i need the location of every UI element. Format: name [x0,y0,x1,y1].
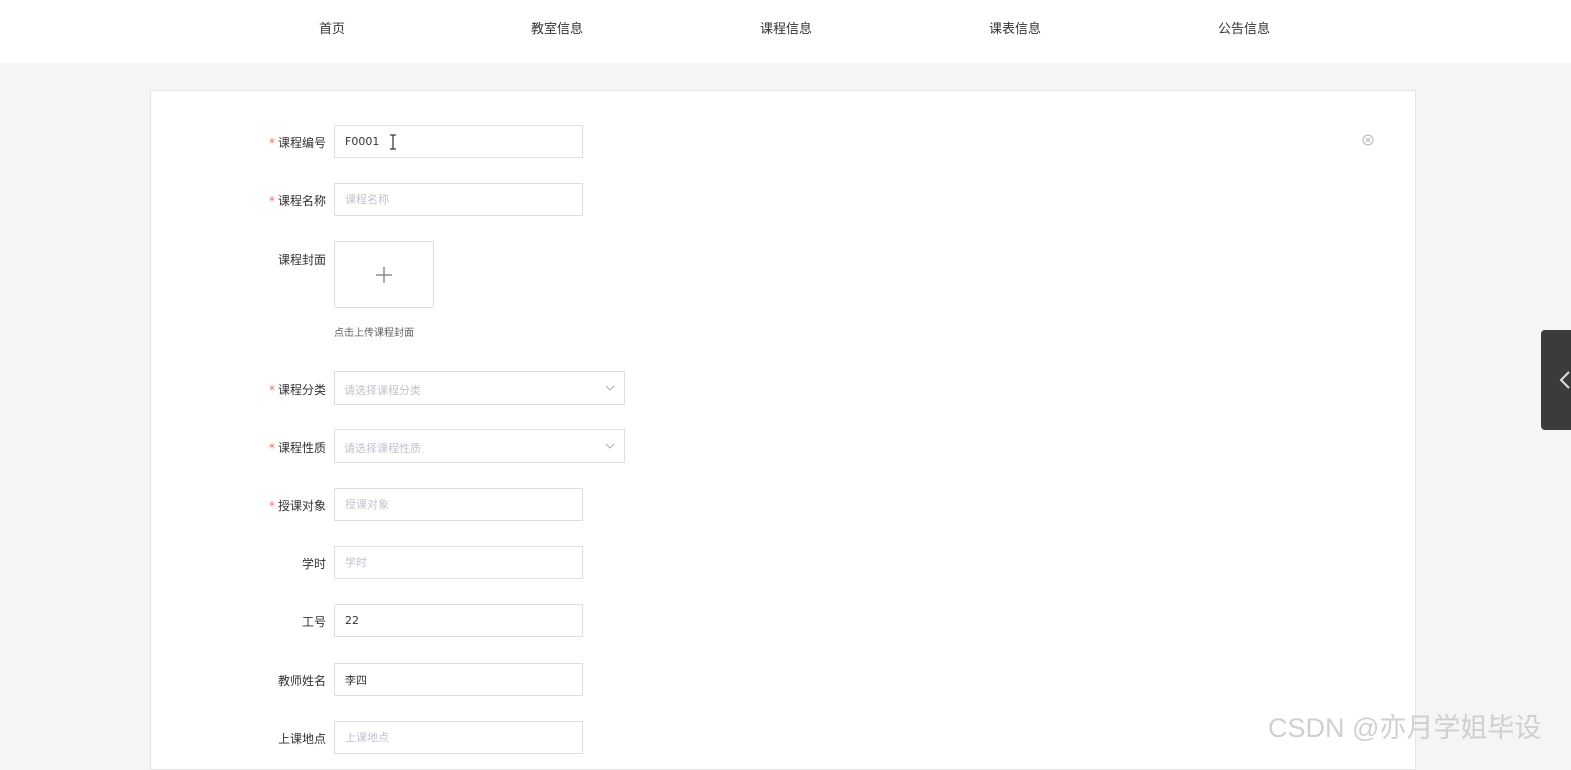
hours-input[interactable] [334,546,583,579]
staff-id-label-wrap: 工号 [150,604,326,637]
course-category-label-text: 课程分类 [277,383,326,397]
required-mark: * [268,194,275,208]
course-nature-label-text: 课程性质 [277,441,326,455]
required-mark: * [268,499,275,513]
watermark: CSDN @亦月学姐毕设 [1268,713,1542,743]
course-nature-label: * 课程性质 [269,439,326,456]
course-category-label: * 课程分类 [269,381,326,398]
course-nature-label-wrap: * 课程性质 [150,429,326,462]
close-circle-icon[interactable] [1362,134,1374,146]
course-nature-select[interactable]: 请选择课程性质 [334,429,625,463]
location-label: 上课地点 [277,732,326,746]
top-navigation: 首页 教室信息 课程信息 课表信息 公告信息 [0,0,1571,63]
staff-id-input[interactable] [334,604,583,637]
chevron-down-icon [605,443,615,449]
required-mark: * [268,136,275,150]
course-name-input[interactable] [334,183,583,216]
required-mark: * [268,441,275,455]
audience-input[interactable] [334,488,583,521]
course-name-label-text: 课程名称 [277,194,326,208]
staff-id-label: 工号 [301,615,326,629]
upload-hint: 点击上传课程封面 [334,328,414,339]
nav-item-classrooms[interactable]: 教室信息 [531,18,583,37]
course-category-label-wrap: * 课程分类 [150,371,326,404]
nav-item-announcements[interactable]: 公告信息 [1218,18,1270,37]
teacher-name-input[interactable] [334,663,583,696]
text-cursor-icon [390,134,396,150]
course-cover-label: 课程封面 [277,253,326,267]
teacher-name-label-wrap: 教师姓名 [150,663,326,696]
required-mark: * [268,383,275,397]
teacher-name-label: 教师姓名 [277,674,326,688]
cover-upload-button[interactable] [334,241,434,308]
chevron-left-icon [1559,371,1570,389]
course-category-placeholder: 请选择课程分类 [344,384,421,397]
course-code-input[interactable] [334,125,583,158]
course-name-label-wrap: * 课程名称 [150,183,326,216]
course-code-label-text: 课程编号 [277,136,326,150]
nav-item-schedule[interactable]: 课表信息 [989,18,1041,37]
hours-label: 学时 [301,557,326,571]
course-name-label: * 课程名称 [269,192,326,209]
audience-label-text: 授课对象 [277,499,326,513]
course-cover-label-wrap: 课程封面 [150,241,326,274]
plus-icon [376,267,392,283]
location-label-wrap: 上课地点 [150,721,326,754]
location-input[interactable] [334,721,583,754]
hours-label-wrap: 学时 [150,546,326,579]
side-panel-toggle[interactable] [1541,330,1571,430]
course-code-label-wrap: * 课程编号 [150,125,326,158]
course-code-label: * 课程编号 [269,134,326,151]
audience-label: * 授课对象 [269,497,326,514]
audience-label-wrap: * 授课对象 [150,488,326,521]
course-nature-placeholder: 请选择课程性质 [344,442,421,455]
nav-item-home[interactable]: 首页 [319,18,345,37]
course-category-select[interactable]: 请选择课程分类 [334,371,625,405]
nav-item-courses[interactable]: 课程信息 [760,18,812,37]
chevron-down-icon [605,385,615,391]
